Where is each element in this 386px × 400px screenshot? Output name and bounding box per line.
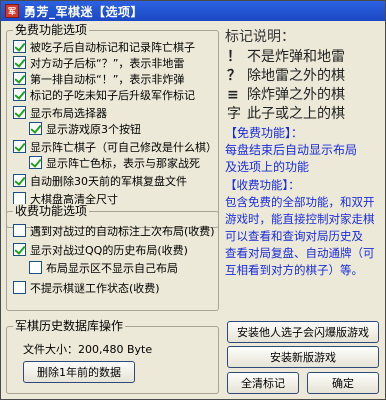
checkbox[interactable]	[29, 122, 42, 135]
exclaim-icon: ！	[227, 49, 241, 65]
checkbox[interactable]	[13, 281, 26, 294]
option-show-dead-pieces[interactable]: 显示阵亡棋子（可自己修改是什么棋）	[13, 139, 217, 154]
option-label: 显示布局选择器	[30, 106, 107, 120]
option-auto-delete-replays[interactable]: 自动删除30天前的军棋复盘文件	[13, 173, 187, 188]
option-show-dead-color[interactable]: 显示阵亡色标，表示与那家战死	[29, 155, 200, 170]
checkbox[interactable]	[13, 88, 26, 101]
checkbox[interactable]	[13, 224, 26, 237]
option-label: 布局显示区不显示自己布局	[46, 261, 178, 275]
mark-description: 此子或之上的棋	[247, 106, 345, 122]
paid-options-legend: 收费功能选项	[13, 204, 90, 218]
install-other-game-button[interactable]: 安装他人选子会闪爆版游戏	[227, 321, 379, 343]
option-show-qq-history[interactable]: 显示对战过QQ的历史布局(收费)	[13, 242, 188, 257]
options-window: 军 勇芳_军棋迷【选项】 免费功能选项 被吃子后自动标记和记录阵亡棋子 对方动子…	[0, 0, 386, 400]
paid-feature-title: 【收费功能】：	[225, 178, 300, 192]
checkbox[interactable]	[13, 72, 26, 85]
paid-feature-line: 包含免费的全部功能，和双开	[225, 195, 375, 209]
option-show-layout-selector[interactable]: 显示布局选择器	[13, 105, 107, 120]
checkbox[interactable]	[13, 140, 26, 153]
checkbox[interactable]	[13, 56, 26, 69]
title-bar[interactable]: 军 勇芳_军棋迷【选项】	[1, 1, 385, 21]
mark-legend-equiv: ≡ 除炸弹之外的棋	[227, 84, 345, 104]
checkbox[interactable]	[13, 106, 26, 119]
option-label: 标记的子吃未知子后升级军作标记	[30, 88, 195, 102]
mark-legend-question: ？ 除地雷之外的棋	[227, 65, 345, 85]
option-label: 显示阵亡色标，表示与那家战死	[46, 156, 200, 170]
paid-feature-description: 【收费功能】： 包含免费的全部功能，和双开 游戏时，能直接控制对家走棋 可以查看…	[225, 177, 383, 279]
option-label: 被吃子后自动标记和记录阵亡棋子	[30, 40, 195, 54]
question-icon: ？	[227, 68, 241, 84]
database-legend: 军棋历史数据库操作	[13, 319, 126, 333]
free-options-group: 免费功能选项 被吃子后自动标记和记录阵亡棋子 对方动子后标“？”，表示非地雷 第…	[6, 23, 219, 228]
mark-description: 除地雷之外的棋	[247, 68, 345, 84]
checkbox[interactable]	[13, 174, 26, 187]
free-feature-line: 每盘结束后自动显示布局	[225, 143, 358, 157]
ok-button[interactable]: 确定	[307, 372, 379, 394]
free-feature-description: 【免费功能】： 每盘结束后自动显示布局 及选项上的功能	[225, 125, 383, 176]
option-label: 遇到对战过的自动标注上次布局(收费)	[30, 224, 215, 238]
clear-marks-button[interactable]: 全清标记	[227, 372, 299, 394]
option-upgrade-mark[interactable]: 标记的子吃未知子后升级军作标记	[13, 87, 195, 102]
triple-bar-icon: ≡	[227, 87, 239, 103]
option-label: 对方动子后标“？”，表示非地雷	[30, 56, 185, 70]
mark-description: 不是炸弹和地雷	[247, 49, 345, 65]
install-new-game-button[interactable]: 安装新版游戏	[227, 346, 379, 368]
option-label: 显示对战过QQ的历史布局(收费)	[30, 243, 188, 257]
mark-legend-title: 标记说明：	[225, 29, 295, 45]
checkbox[interactable]	[13, 243, 26, 256]
free-options-legend: 免费功能选项	[13, 23, 90, 37]
option-hide-own-layout[interactable]: 布局显示区不显示自己布局	[29, 260, 178, 275]
option-show-three-buttons[interactable]: 显示游戏原3个按钮	[29, 121, 141, 136]
option-auto-record-dead[interactable]: 被吃子后自动标记和记录阵亡棋子	[13, 39, 195, 54]
option-mark-question[interactable]: 对方动子后标“？”，表示非地雷	[13, 55, 184, 70]
option-no-puzzle-status[interactable]: 不提示棋谜工作状态(收费)	[13, 280, 160, 295]
checkbox[interactable]	[29, 156, 42, 169]
app-logo-icon: 军	[5, 4, 19, 18]
option-label: 自动删除30天前的军棋复盘文件	[30, 174, 187, 188]
option-auto-mark-last-layout[interactable]: 遇到对战过的自动标注上次布局(收费)	[13, 223, 215, 238]
checkbox[interactable]	[29, 261, 42, 274]
char-icon: 字	[227, 106, 241, 122]
paid-feature-line: 游戏时，能直接控制对家走棋	[225, 212, 375, 226]
option-label: 显示阵亡棋子（可自己修改是什么棋）	[30, 140, 217, 154]
database-group: 军棋历史数据库操作 文件大小：200,480 Byte 删除1年前的数据	[6, 319, 219, 394]
option-label: 显示游戏原3个按钮	[46, 122, 141, 136]
option-mark-exclaim[interactable]: 第一排自动标“！”，表示非炸弹	[13, 71, 184, 86]
mark-description: 除炸弹之外的棋	[247, 87, 345, 103]
mark-legend-exclaim: ！ 不是炸弹和地雷	[227, 46, 345, 66]
free-feature-title: 【免费功能】：	[225, 126, 304, 140]
paid-feature-line: 可以查看和查询对局历史及	[225, 229, 363, 243]
delete-old-data-button[interactable]: 删除1年前的数据	[23, 361, 135, 383]
option-label: 第一排自动标“！”，表示非炸弹	[30, 72, 185, 86]
checkbox[interactable]	[13, 40, 26, 53]
window-title: 勇芳_军棋迷【选项】	[24, 4, 144, 19]
free-feature-line: 及选项上的功能	[225, 160, 310, 174]
file-size-label: 文件大小：200,480 Byte	[23, 343, 153, 356]
mark-legend-char: 字此子或之上的棋	[227, 103, 345, 123]
paid-options-group: 收费功能选项 遇到对战过的自动标注上次布局(收费) 显示对战过QQ的历史布局(收…	[6, 204, 219, 311]
paid-feature-line: 查看对局复盘、自动通牌（可	[225, 246, 375, 260]
paid-feature-line: 互相看到对方的棋子）等。	[225, 263, 363, 277]
option-label: 不提示棋谜工作状态(收费)	[30, 281, 160, 295]
